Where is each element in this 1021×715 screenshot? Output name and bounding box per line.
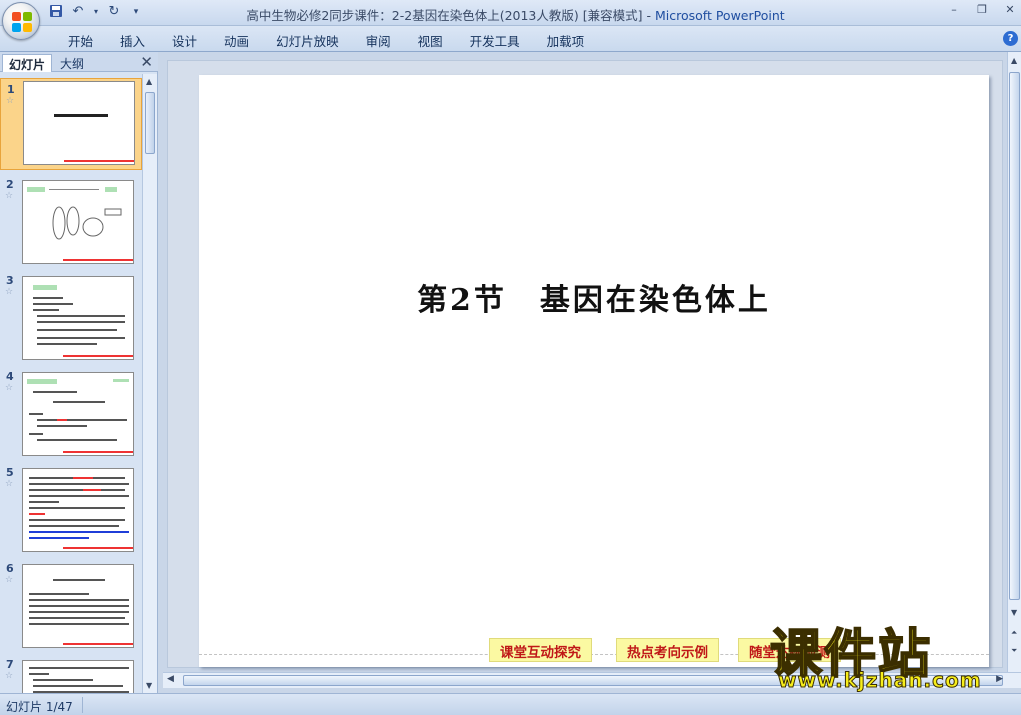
slide-number: 3 (6, 274, 14, 287)
slide-thumbnail[interactable]: 2 ☆ (0, 174, 142, 266)
star-icon: ☆ (5, 191, 14, 201)
star-icon: ☆ (5, 575, 14, 585)
customize-icon[interactable]: ▾ (128, 4, 144, 20)
slide-title[interactable]: 第2节 基因在染色体上 (199, 275, 989, 319)
tab-view[interactable]: 视图 (408, 30, 453, 51)
office-logo-icon (12, 12, 32, 32)
scroll-up-icon[interactable]: ▲ (1011, 56, 1017, 65)
tab-home[interactable]: 开始 (58, 30, 103, 51)
panel-close-icon[interactable]: ✕ (140, 53, 153, 71)
slide-thumbnail[interactable]: 4 ☆ (0, 366, 142, 458)
slide-preview (23, 81, 135, 165)
scroll-thumb[interactable] (1009, 72, 1020, 600)
undo-icon[interactable]: ↶ (70, 4, 86, 20)
slide-number: 6 (6, 562, 14, 575)
star-icon: ☆ (5, 479, 14, 489)
title-bar: ↶ ▾ ↻ ▾ 高中生物必修2同步课件：2-2基因在染色体上(2013人教版) … (0, 0, 1021, 40)
tab-insert[interactable]: 插入 (110, 30, 155, 51)
star-icon: ☆ (5, 287, 14, 297)
tab-addins[interactable]: 加载项 (537, 30, 595, 51)
slide-canvas[interactable]: 第2节 基因在染色体上 课堂互动探究 热点考向示例 随堂达标检测 (199, 75, 989, 667)
office-button[interactable] (2, 2, 40, 40)
slide-thumbnail[interactable]: 6 ☆ (0, 558, 142, 650)
slide-preview (22, 468, 134, 552)
slide-number: 1 (7, 83, 15, 96)
watermark-url: www.kjzhan.com (778, 668, 982, 693)
scroll-thumb[interactable] (145, 92, 155, 154)
slides-panel: 幻灯片 大纲 ✕ 1 ☆ 2 ☆ 3 ☆ 4 ☆ 5 ☆ 6 ☆ 7 ☆ ▲ ▼ (0, 52, 158, 693)
scroll-up-icon[interactable]: ▲ (146, 77, 152, 86)
minimize-icon[interactable]: – (947, 3, 961, 17)
app-name: Microsoft PowerPoint (654, 8, 785, 23)
watermark-logo: 课件站 www.kjzhan.com (769, 612, 1010, 693)
star-icon: ☆ (5, 671, 14, 681)
help-icon[interactable]: ? (1003, 31, 1018, 46)
close-icon[interactable]: ✕ (1003, 3, 1017, 17)
slide-thumbnails: 1 ☆ 2 ☆ 3 ☆ 4 ☆ 5 ☆ 6 ☆ 7 ☆ (0, 74, 142, 693)
panel-tabs: 幻灯片 大纲 ✕ (0, 52, 158, 72)
star-icon: ☆ (6, 96, 15, 106)
slide-preview (22, 276, 134, 360)
save-icon[interactable] (48, 4, 64, 20)
redo-icon[interactable]: ↻ (106, 4, 122, 20)
slide-number: 7 (6, 658, 14, 671)
nav-button-classroom[interactable]: 课堂互动探究 (489, 638, 592, 662)
tab-design[interactable]: 设计 (162, 30, 207, 51)
slide-preview (22, 564, 134, 648)
scroll-left-icon[interactable]: ◀ (167, 674, 174, 684)
undo-dropdown-icon[interactable]: ▾ (92, 4, 100, 20)
slide-number: 2 (6, 178, 14, 191)
slide-thumbnail[interactable]: 5 ☆ (0, 462, 142, 554)
next-slide-icon[interactable]: ⏷ (1011, 646, 1017, 656)
tab-developer[interactable]: 开发工具 (460, 30, 530, 51)
status-bar: 幻灯片 1/47 (0, 693, 1021, 715)
tab-slideshow[interactable]: 幻灯片放映 (266, 30, 349, 51)
slide-preview (22, 180, 134, 264)
vertical-scrollbar[interactable]: ▲ ▼ ⏶ ⏷ (1007, 52, 1021, 672)
tab-review[interactable]: 审阅 (356, 30, 401, 51)
slide-number: 4 (6, 370, 14, 383)
status-divider (82, 697, 83, 713)
tab-outline[interactable]: 大纲 (54, 54, 90, 72)
slide-preview (22, 372, 134, 456)
slide-workspace: 第2节 基因在染色体上 课堂互动探究 热点考向示例 随堂达标检测 (159, 52, 1007, 672)
nav-button-hotspot[interactable]: 热点考向示例 (616, 638, 719, 662)
slide-canvas-area: 第2节 基因在染色体上 课堂互动探究 热点考向示例 随堂达标检测 (167, 60, 1003, 668)
title-separator: - (642, 8, 655, 23)
previous-slide-icon[interactable]: ⏶ (1011, 628, 1017, 638)
window-controls: – ❐ ✕ (947, 3, 1017, 17)
slide-indicator: 幻灯片 1/47 (6, 700, 73, 714)
slide-thumbnail[interactable]: 1 ☆ (0, 78, 142, 170)
slide-preview (22, 660, 134, 693)
slide-number: 5 (6, 466, 14, 479)
star-icon: ☆ (5, 383, 14, 393)
scroll-down-icon[interactable]: ▼ (146, 681, 152, 690)
tab-animations[interactable]: 动画 (214, 30, 259, 51)
ribbon-tabs: 开始 插入 设计 动画 幻灯片放映 审阅 视图 开发工具 加载项 (58, 30, 601, 51)
panel-scrollbar[interactable]: ▲ ▼ (142, 74, 157, 693)
slide-thumbnail[interactable]: 3 ☆ (0, 270, 142, 362)
ribbon: 开始 插入 设计 动画 幻灯片放映 审阅 视图 开发工具 加载项 ? (0, 26, 1021, 52)
quick-access-toolbar: ↶ ▾ ↻ ▾ (48, 4, 144, 20)
slide-thumbnail[interactable]: 7 ☆ (0, 654, 142, 693)
tab-slides[interactable]: 幻灯片 (2, 54, 53, 72)
document-title: 高中生物必修2同步课件：2-2基因在染色体上(2013人教版) [兼容模式] (246, 8, 643, 23)
restore-icon[interactable]: ❐ (975, 3, 989, 17)
window-title: 高中生物必修2同步课件：2-2基因在染色体上(2013人教版) [兼容模式] -… (150, 5, 881, 24)
scroll-down-icon[interactable]: ▼ (1011, 608, 1017, 617)
